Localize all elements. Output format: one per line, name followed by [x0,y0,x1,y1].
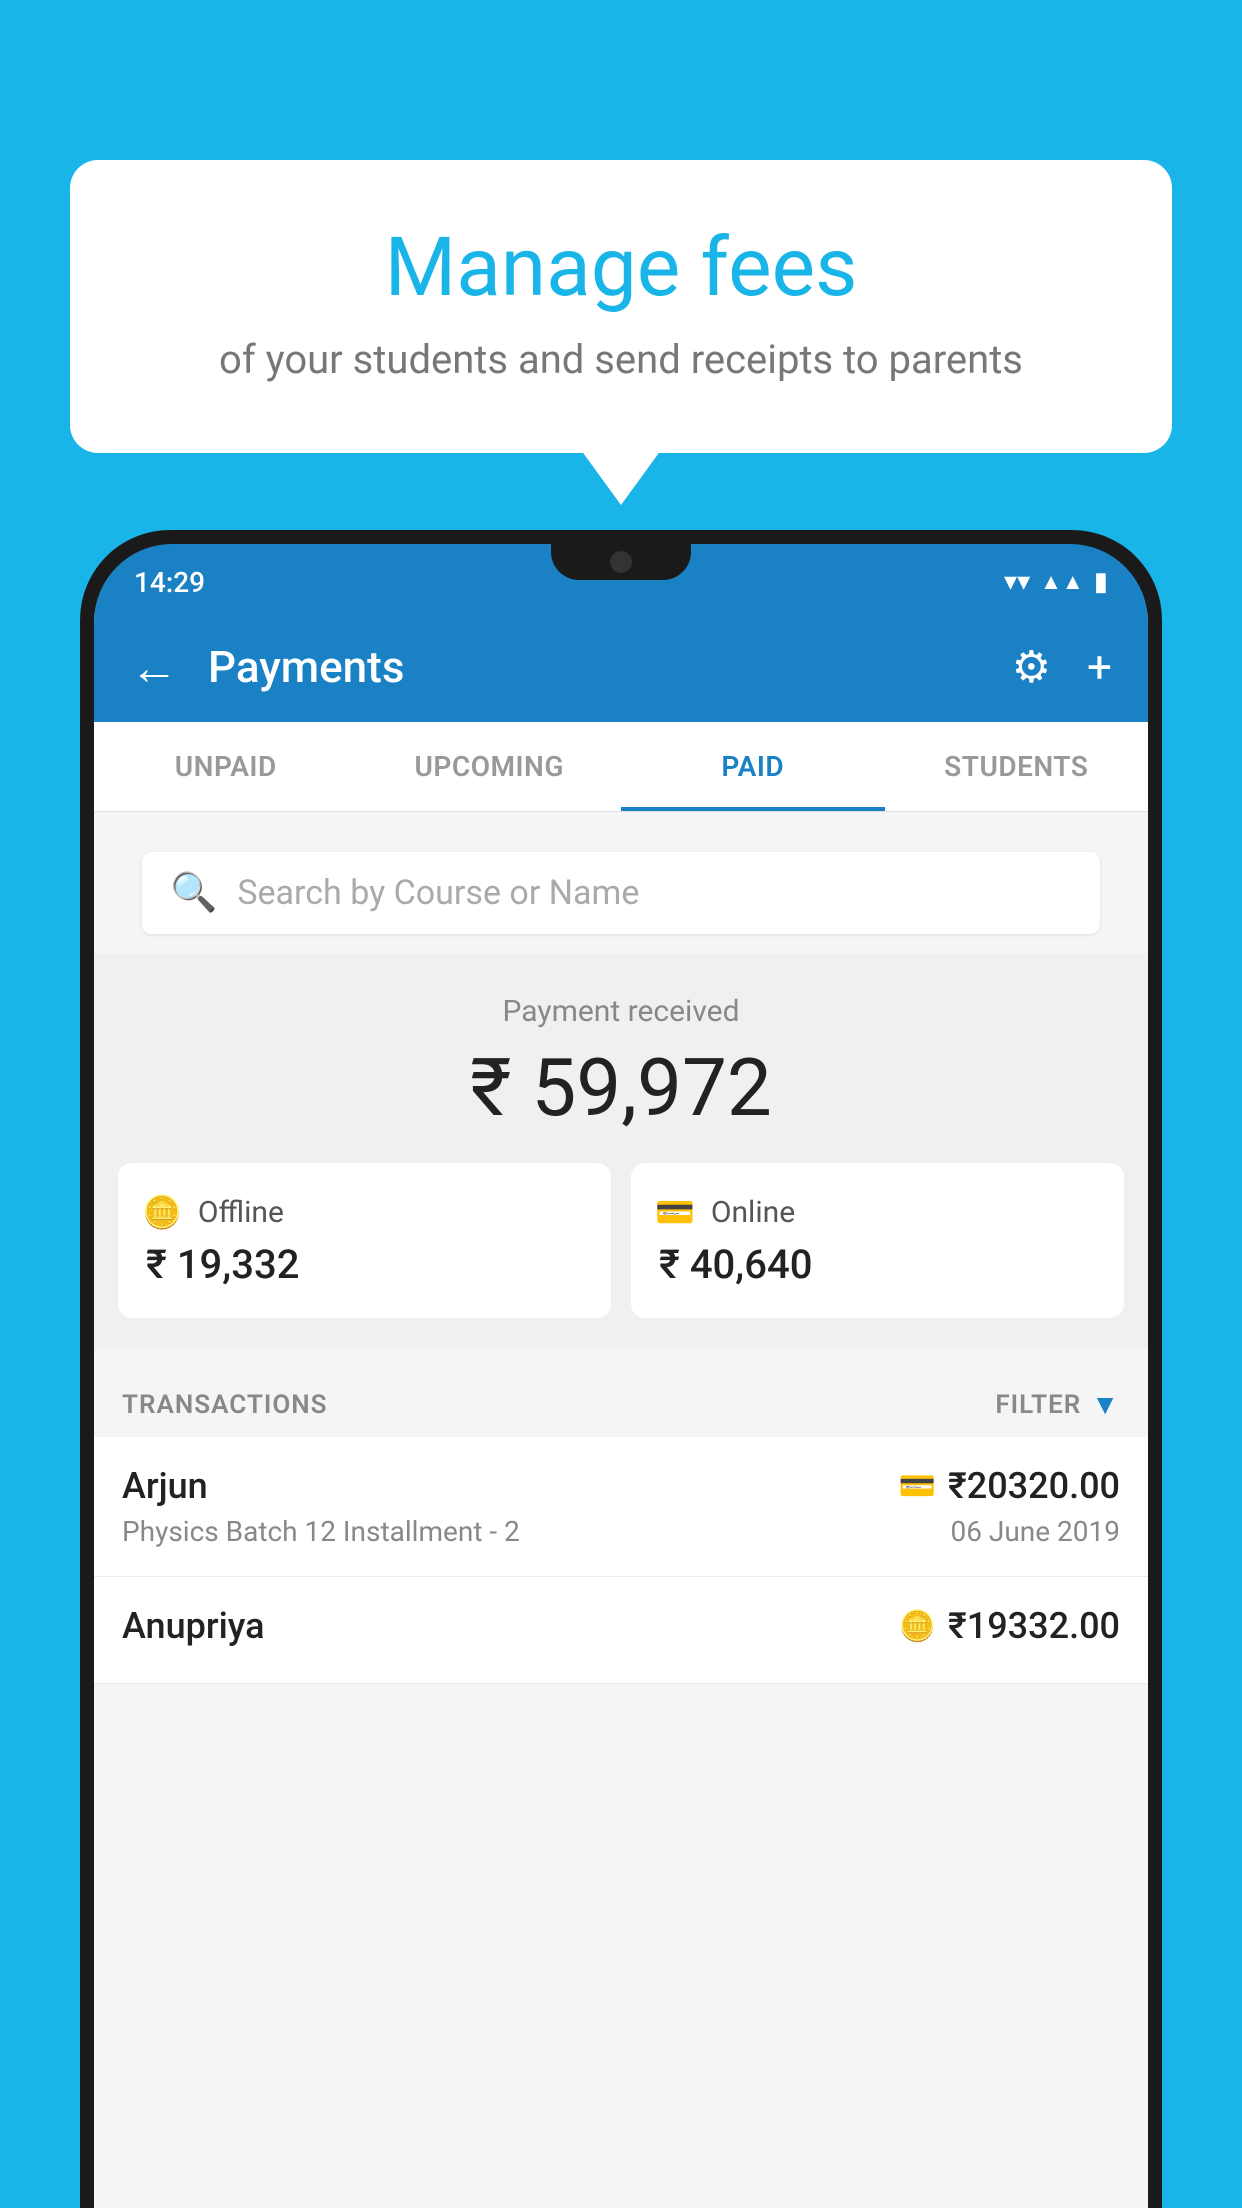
front-camera [610,551,632,573]
payment-cards: 🪙 Offline ₹ 19,332 💳 Online ₹ 40,640 [118,1163,1124,1318]
app-content: ← Payments ⚙ + UNPAID UPCOMING PAID STUD… [94,612,1148,2208]
header-icons: ⚙ + [1012,641,1112,693]
transaction-top-1: Arjun 💳 ₹20320.00 [122,1465,1120,1507]
transaction-amount-2: ₹19332.00 [948,1605,1120,1647]
search-icon: 🔍 [170,871,217,915]
speech-bubble-container: Manage fees of your students and send re… [70,160,1172,453]
status-icons: ▾▾ ▲▲ ▮ [1004,567,1108,597]
transaction-mode-icon-2: 🪙 [899,1609,936,1644]
search-section: 🔍 Search by Course or Name [94,812,1148,934]
payment-total-amount: ₹ 59,972 [118,1041,1124,1135]
add-button[interactable]: + [1087,641,1112,693]
battery-icon: ▮ [1094,567,1108,597]
transaction-bottom-1: Physics Batch 12 Installment - 2 06 June… [122,1515,1120,1548]
search-placeholder: Search by Course or Name [237,873,639,913]
bubble-title: Manage fees [150,220,1092,316]
speech-bubble: Manage fees of your students and send re… [70,160,1172,453]
offline-label: Offline [198,1195,284,1230]
page-title: Payments [208,641,982,693]
online-icon: 💳 [655,1193,695,1231]
payment-summary: Payment received ₹ 59,972 🪙 Offline ₹ 19… [94,954,1148,1348]
transaction-date-1: 06 June 2019 [950,1515,1120,1548]
transaction-top-2: Anupriya 🪙 ₹19332.00 [122,1605,1120,1647]
settings-icon[interactable]: ⚙ [1012,641,1051,693]
transaction-name-1: Arjun [122,1465,208,1507]
filter-icon: ▼ [1091,1388,1120,1421]
tab-students[interactable]: STUDENTS [885,722,1149,811]
online-amount: ₹ 40,640 [655,1241,812,1288]
online-payment-card: 💳 Online ₹ 40,640 [631,1163,1124,1318]
table-row[interactable]: Anupriya 🪙 ₹19332.00 [94,1577,1148,1684]
tab-upcoming[interactable]: UPCOMING [358,722,622,811]
transaction-mode-icon-1: 💳 [899,1469,936,1504]
phone-inner: 14:29 ▾▾ ▲▲ ▮ ← Payments ⚙ + UNPAID UPC [94,544,1148,2208]
online-card-header: 💳 Online [655,1193,795,1231]
transaction-name-2: Anupriya [122,1605,265,1647]
status-time: 14:29 [134,566,205,599]
transactions-header: TRANSACTIONS FILTER ▼ [94,1368,1148,1437]
transaction-amount-1: ₹20320.00 [948,1465,1120,1507]
tabs: UNPAID UPCOMING PAID STUDENTS [94,722,1148,812]
phone-frame: 14:29 ▾▾ ▲▲ ▮ ← Payments ⚙ + UNPAID UPC [80,530,1162,2208]
search-bar[interactable]: 🔍 Search by Course or Name [142,852,1100,934]
wifi-icon: ▾▾ [1004,567,1030,597]
transaction-amount-wrap-2: 🪙 ₹19332.00 [899,1605,1120,1647]
offline-amount: ₹ 19,332 [142,1241,299,1288]
transaction-amount-wrap-1: 💳 ₹20320.00 [899,1465,1120,1507]
filter-text: FILTER [995,1390,1081,1420]
transactions-label: TRANSACTIONS [122,1390,328,1420]
payment-received-label: Payment received [118,994,1124,1029]
offline-icon: 🪙 [142,1193,182,1231]
offline-payment-card: 🪙 Offline ₹ 19,332 [118,1163,611,1318]
filter-button[interactable]: FILTER ▼ [995,1388,1120,1421]
signal-icon: ▲▲ [1040,569,1084,595]
tab-paid[interactable]: PAID [621,722,885,811]
transactions-list: Arjun 💳 ₹20320.00 Physics Batch 12 Insta… [94,1437,1148,1684]
notch [551,544,691,580]
online-label: Online [711,1195,795,1230]
app-header: ← Payments ⚙ + [94,612,1148,722]
transaction-course-1: Physics Batch 12 Installment - 2 [122,1515,520,1548]
bubble-subtitle: of your students and send receipts to pa… [150,336,1092,383]
tab-unpaid[interactable]: UNPAID [94,722,358,811]
table-row[interactable]: Arjun 💳 ₹20320.00 Physics Batch 12 Insta… [94,1437,1148,1577]
back-button[interactable]: ← [130,639,178,696]
offline-card-header: 🪙 Offline [142,1193,284,1231]
